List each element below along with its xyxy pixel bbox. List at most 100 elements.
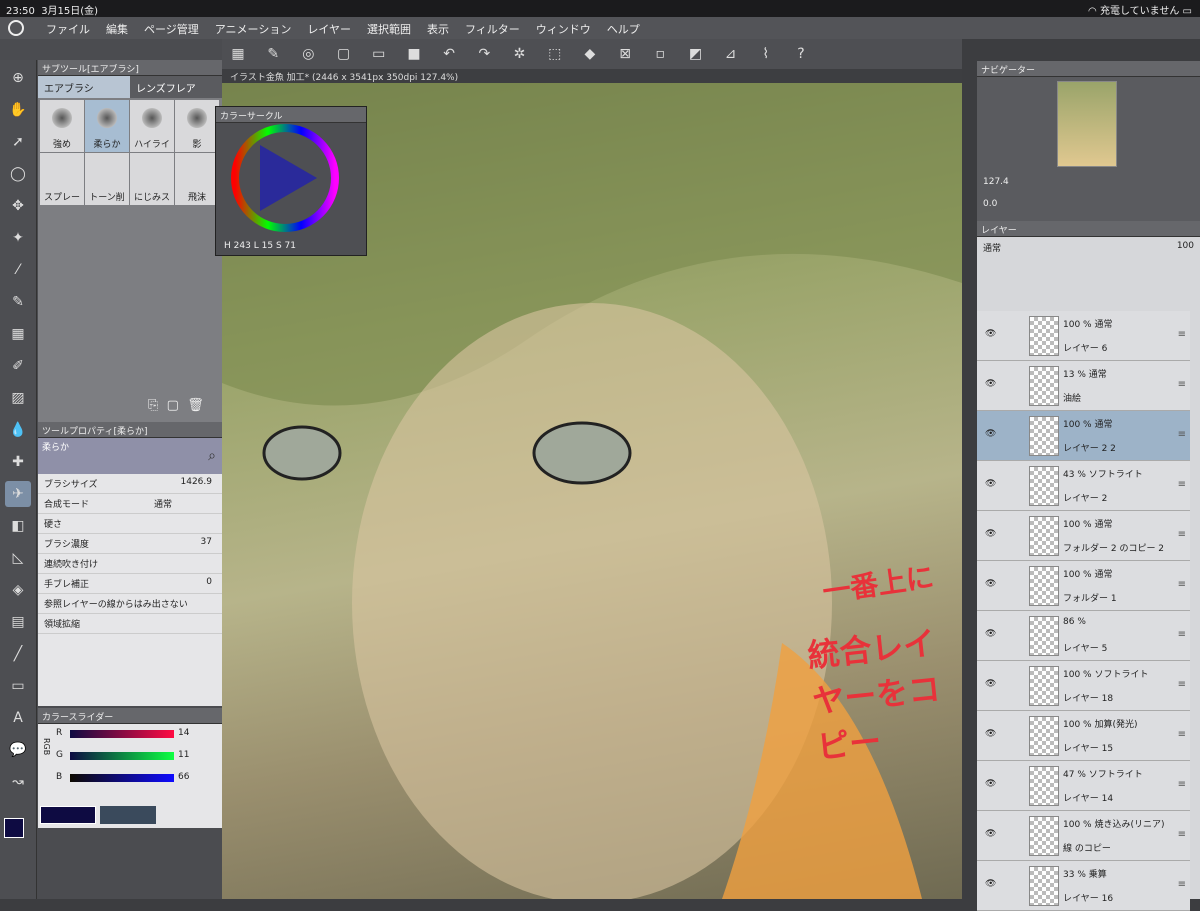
menu-selection[interactable]: 選択範囲 (367, 21, 411, 37)
layer-row[interactable]: 👁 86 % レイヤー 5 ≡ (977, 611, 1190, 661)
copy-subtool-icon[interactable]: ⎘ (148, 398, 158, 413)
drag-handle-icon[interactable]: ≡ (1178, 579, 1186, 590)
menu-animation[interactable]: アニメーション (215, 21, 292, 37)
eyedropper-icon[interactable]: ⁄ (5, 257, 31, 283)
pencil-tool-icon[interactable]: ▦ (5, 321, 31, 347)
drag-handle-icon[interactable]: ≡ (1178, 879, 1186, 890)
visibility-eye-icon[interactable]: 👁 (985, 379, 996, 389)
visibility-eye-icon[interactable]: 👁 (985, 779, 996, 789)
reference-layer-checkbox[interactable]: 参照レイヤーの線からはみ出さない (38, 594, 222, 614)
drag-handle-icon[interactable]: ≡ (1178, 329, 1186, 340)
menu-layer[interactable]: レイヤー (307, 21, 351, 37)
brush-strong[interactable]: 強め (40, 100, 84, 152)
operation-tool-icon[interactable]: ➚ (5, 129, 31, 155)
continuous-spray-checkbox[interactable]: 連続吹き付け (38, 554, 222, 574)
visibility-eye-icon[interactable]: 👁 (985, 479, 996, 489)
layer-row[interactable]: 👁 100 % 通常 レイヤー 2 2 ≡ (977, 411, 1190, 461)
layer-row[interactable]: 👁 100 % 焼き込み(リニア) 線 のコピー ≡ (977, 811, 1190, 861)
angle-value[interactable]: 0.0 (983, 199, 997, 209)
layer-row[interactable]: 👁 100 % 通常 フォルダー 1 ≡ (977, 561, 1190, 611)
visibility-eye-icon[interactable]: 👁 (985, 879, 996, 889)
main-color-swatch[interactable] (4, 818, 24, 838)
redo-icon[interactable]: ↷ (473, 43, 495, 65)
brush-blur[interactable]: にじみス (130, 153, 174, 205)
brush-splash[interactable]: 飛沫 (175, 153, 219, 205)
help-icon[interactable]: ? (790, 43, 812, 65)
color-triangle[interactable] (260, 145, 317, 211)
line-tool-icon[interactable]: ╱ (5, 641, 31, 667)
layer-row[interactable]: 👁 33 % 乗算 レイヤー 16 ≡ (977, 861, 1190, 911)
hue-ring[interactable] (222, 123, 362, 233)
drag-handle-icon[interactable]: ≡ (1178, 629, 1186, 640)
zoom-tool-icon[interactable]: ⊕ (5, 65, 31, 91)
drag-handle-icon[interactable]: ≡ (1178, 479, 1186, 490)
ruler-icon[interactable]: ⊿ (720, 43, 742, 65)
text-tool-icon[interactable]: A (5, 705, 31, 731)
lasso-tool-icon[interactable]: ◯ (5, 161, 31, 187)
blend-mode-select[interactable]: 通常 (154, 497, 172, 510)
grid-icon[interactable]: ▦ (227, 43, 249, 65)
balloon-tool-icon[interactable]: 💬 (5, 737, 31, 763)
menu-window[interactable]: ウィンドウ (536, 21, 591, 37)
slider-g[interactable]: G 11 (38, 746, 222, 768)
snap-icon[interactable]: ⌇ (755, 43, 777, 65)
transform-icon[interactable]: ⬚ (544, 43, 566, 65)
layer-row[interactable]: 👁 100 % 通常 フォルダー 2 のコピー 2 ≡ (977, 511, 1190, 561)
navigator-thumbnail[interactable] (1057, 81, 1117, 167)
paint-tool-icon[interactable]: ▨ (5, 385, 31, 411)
scale-icon[interactable]: ⊠ (614, 43, 636, 65)
brush-soft[interactable]: 柔らか (85, 100, 129, 152)
new-subtool-icon[interactable]: ▢ (167, 398, 179, 413)
cloud-icon[interactable]: ◎ (297, 43, 319, 65)
menu-edit[interactable]: 編集 (106, 21, 128, 37)
menu-view[interactable]: 表示 (427, 21, 449, 37)
layer-row[interactable]: 👁 13 % 通常 油絵 ≡ (977, 361, 1190, 411)
brush-size-row[interactable]: ブラシサイズ 1426.9 (38, 474, 222, 494)
visibility-eye-icon[interactable]: 👁 (985, 579, 996, 589)
visibility-eye-icon[interactable]: 👁 (985, 679, 996, 689)
undo-icon[interactable]: ↶ (438, 43, 460, 65)
layer-blend-mode[interactable]: 通常 (983, 241, 1001, 254)
correction-tool-icon[interactable]: ↝ (5, 769, 31, 795)
new-file-icon[interactable]: ▢ (333, 43, 355, 65)
visibility-eye-icon[interactable]: 👁 (985, 329, 996, 339)
layer-row[interactable]: 👁 47 % ソフトライト レイヤー 14 ≡ (977, 761, 1190, 811)
fill-icon[interactable]: ◆ (579, 43, 601, 65)
brush-tone[interactable]: トーン削 (85, 153, 129, 205)
drag-handle-icon[interactable]: ≡ (1178, 379, 1186, 390)
layer-opacity[interactable]: 100 (1177, 241, 1194, 251)
visibility-eye-icon[interactable]: 👁 (985, 529, 996, 539)
fill-tool-icon[interactable]: ◈ (5, 577, 31, 603)
layer-row[interactable]: 👁 43 % ソフトライト レイヤー 2 ≡ (977, 461, 1190, 511)
eraser-tool-icon[interactable]: ◧ (5, 513, 31, 539)
move-tool-icon[interactable]: ✥ (5, 193, 31, 219)
ruler-tool-icon[interactable]: ◺ (5, 545, 31, 571)
brush-highlight[interactable]: ハイライ (130, 100, 174, 152)
deselect-icon[interactable]: ▫ (649, 43, 671, 65)
menu-help[interactable]: ヘルプ (607, 21, 640, 37)
density-row[interactable]: ブラシ濃度 37 (38, 534, 222, 554)
app-logo-icon[interactable] (8, 20, 24, 36)
pen-tool-icon[interactable]: ✎ (5, 289, 31, 315)
invert-icon[interactable]: ◩ (684, 43, 706, 65)
open-folder-icon[interactable]: ▭ (368, 43, 390, 65)
layer-row[interactable]: 👁 100 % 加算(発光) レイヤー 15 ≡ (977, 711, 1190, 761)
layer-row[interactable]: 👁 100 % ソフトライト レイヤー 18 ≡ (977, 661, 1190, 711)
slider-r[interactable]: R 14 (38, 724, 222, 746)
main-color-preview[interactable] (40, 806, 96, 824)
menu-page[interactable]: ページ管理 (144, 21, 199, 37)
search-icon[interactable]: ⌕ (208, 448, 216, 464)
blend-mode-row[interactable]: 合成モード 通常 (38, 494, 222, 514)
drag-handle-icon[interactable]: ≡ (1178, 779, 1186, 790)
drag-handle-icon[interactable]: ≡ (1178, 529, 1186, 540)
hardness-row[interactable]: 硬さ (38, 514, 222, 534)
tab-airbrush[interactable]: エアブラシ (38, 76, 130, 98)
blend-tool-icon[interactable]: 💧 (5, 417, 31, 443)
visibility-eye-icon[interactable]: 👁 (985, 729, 996, 739)
slider-b[interactable]: B 66 (38, 768, 222, 790)
menu-filter[interactable]: フィルター (465, 21, 520, 37)
brush-shadow[interactable]: 影 (175, 100, 219, 152)
stabilization-row[interactable]: 手ブレ補正 0 (38, 574, 222, 594)
drag-handle-icon[interactable]: ≡ (1178, 679, 1186, 690)
sub-color-preview[interactable] (100, 806, 156, 824)
